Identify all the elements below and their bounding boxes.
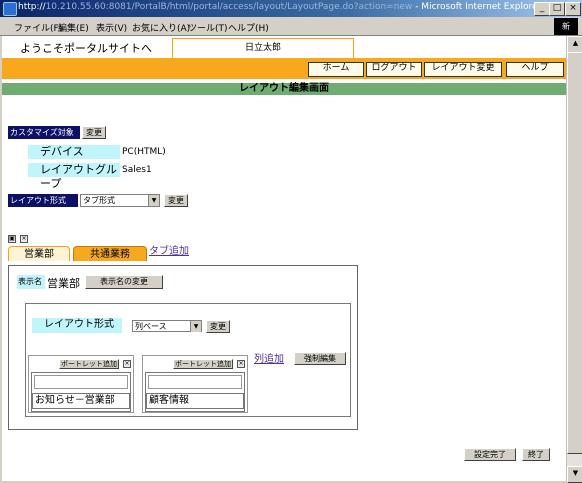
help-button[interactable]: ヘルプ	[506, 62, 564, 77]
column-layout-box: レイアウト形式 列ベース ▼ 変更 ポートレット追加 × お知らせ－営業部 ポー…	[25, 303, 351, 417]
throbber-icon: 新	[554, 18, 578, 35]
tab-eigyobu[interactable]: 営業部	[8, 246, 70, 261]
inner-layout-change-button[interactable]: 変更	[206, 320, 230, 333]
layout-format-change-button[interactable]: 変更	[164, 194, 188, 207]
display-name-value: 営業部	[47, 277, 80, 290]
settings-complete-button[interactable]: 設定完了	[464, 448, 516, 461]
inner-layout-format-select[interactable]: 列ベース ▼	[132, 320, 202, 332]
vertical-scrollbar[interactable]: ▲ ▼	[566, 36, 582, 483]
user-name: 日立太郎	[172, 38, 354, 59]
device-label: デバイス	[28, 145, 120, 159]
device-value: PC(HTML)	[122, 147, 166, 157]
exit-button[interactable]: 終了	[522, 448, 550, 461]
add-portlet-button-1[interactable]: ポートレット追加	[59, 359, 119, 369]
tab-panel: 表示名 営業部 表示名の変更 レイアウト形式 列ベース ▼ 変更 ポートレット追…	[8, 265, 358, 430]
menu-help[interactable]: ヘルプ(H)	[228, 21, 269, 34]
menu-favorites[interactable]: お気に入り(A)	[132, 21, 190, 34]
layout-format-label: レイアウト形式	[8, 194, 78, 207]
layout-group-label: レイアウトグループ	[28, 163, 120, 190]
menu-bar: ファイル(F) 編集(E) 表示(V) お気に入り(A) ツール(T) ヘルプ(…	[0, 17, 582, 36]
close-icon[interactable]: ×	[565, 2, 581, 16]
delete-column-icon-1[interactable]: ×	[123, 360, 131, 368]
menu-file[interactable]: ファイル(F)	[14, 21, 62, 34]
customize-change-button[interactable]: 変更	[82, 126, 106, 139]
portal-header: ようこそポータルサイトへ 日立太郎	[2, 36, 566, 59]
scroll-thumb[interactable]	[567, 52, 582, 454]
column-1: ポートレット追加 × お知らせ－営業部	[28, 355, 134, 413]
add-portlet-button-2[interactable]: ポートレット追加	[173, 359, 233, 369]
inner-layout-format-label: レイアウト形式	[32, 318, 122, 333]
portlet-customer-info[interactable]: 顧客情報	[146, 393, 244, 409]
layout-format-select[interactable]: タブ形式 ▼	[80, 194, 160, 207]
add-tab-link[interactable]: タブ追加	[149, 242, 189, 257]
minimize-icon[interactable]: _	[534, 2, 550, 16]
inner-layout-selected: 列ベース	[135, 322, 167, 331]
portlet-header-2	[148, 375, 242, 389]
display-name-label: 表示名	[17, 275, 45, 289]
chevron-down-icon: ▼	[190, 321, 201, 332]
maximize-icon[interactable]: □	[549, 2, 565, 16]
divider	[2, 79, 566, 81]
minimize-panel-icon[interactable]: ▣	[8, 235, 16, 243]
welcome-text: ようこそポータルサイトへ	[20, 42, 152, 55]
home-button[interactable]: ホーム	[308, 62, 364, 77]
page-title-bar: レイアウト編集画面	[2, 83, 566, 95]
menu-tools[interactable]: ツール(T)	[188, 21, 228, 34]
customize-target-label: カスタマイズ対象	[8, 126, 80, 139]
layout-format-selected: タブ形式	[83, 196, 115, 205]
delete-column-icon-2[interactable]: ×	[237, 360, 245, 368]
logout-button[interactable]: ログアウト	[366, 62, 422, 77]
layout-change-button[interactable]: レイアウト変更	[424, 62, 502, 77]
portlet-container-1: お知らせ－営業部	[31, 372, 131, 412]
add-column-link[interactable]: 列追加	[254, 350, 284, 365]
ie-icon	[3, 2, 17, 16]
tab-kyotsu-gyomu[interactable]: 共通業務	[73, 246, 147, 261]
portlet-header-1	[34, 375, 128, 389]
menu-edit[interactable]: 編集(E)	[58, 21, 89, 34]
window-title-bar: http://10.210.55.60:8081/PortalB/html/po…	[0, 0, 582, 17]
force-edit-button[interactable]: 強制編集	[294, 352, 346, 365]
window-title: http://10.210.55.60:8081/PortalB/html/po…	[18, 2, 542, 12]
close-panel-icon[interactable]: ×	[20, 235, 28, 243]
portal-nav-bar: ホーム ログアウト レイアウト変更 ヘルプ	[2, 58, 566, 79]
portlet-container-2: 顧客情報	[145, 372, 245, 412]
page-title: レイアウト編集画面	[239, 83, 329, 94]
portlet-news-sales[interactable]: お知らせ－営業部	[32, 393, 130, 409]
layout-group-value: Sales1	[122, 165, 152, 175]
rename-display-button[interactable]: 表示名の変更	[85, 275, 163, 289]
column-2: ポートレット追加 × 顧客情報	[142, 355, 248, 413]
scroll-down-icon[interactable]: ▼	[567, 466, 582, 483]
page-content: ようこそポータルサイトへ 日立太郎 ホーム ログアウト レイアウト変更 ヘルプ …	[2, 36, 566, 481]
chevron-down-icon: ▼	[148, 195, 159, 206]
scroll-up-icon[interactable]: ▲	[567, 36, 582, 53]
menu-view[interactable]: 表示(V)	[96, 21, 127, 34]
